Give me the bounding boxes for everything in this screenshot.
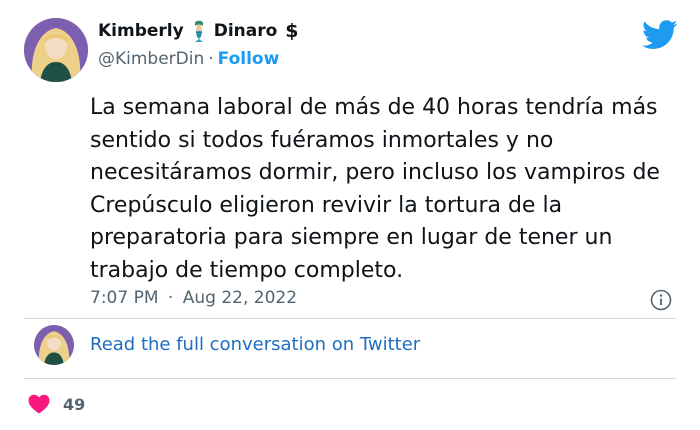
tweet-text: La semana laboral de más de 40 horas ten… (90, 95, 660, 283)
author-avatar[interactable] (24, 18, 88, 82)
author-first-name: Kimberly (98, 21, 184, 41)
follow-button[interactable]: Follow (218, 49, 280, 69)
author-handle[interactable]: @KimberDin (98, 49, 204, 69)
author-name-row[interactable]: Kimberly Dinaro $ (98, 20, 299, 42)
author-last-name: Dinaro (213, 21, 278, 41)
heart-icon[interactable] (28, 394, 50, 414)
tweet-time: 7:07 PM (90, 288, 159, 308)
timestamp-separator: · (167, 288, 174, 308)
tweet-timestamp[interactable]: 7:07 PM · Aug 22, 2022 (90, 288, 297, 308)
tweet-date: Aug 22, 2022 (182, 288, 298, 308)
like-count: 49 (63, 395, 86, 414)
twitter-bird-icon[interactable] (642, 20, 678, 50)
divider (24, 318, 676, 319)
author-handle-row: @KimberDin · Follow (98, 49, 279, 69)
avatar-portrait-small (34, 325, 74, 365)
read-full-conversation-link[interactable]: Read the full conversation on Twitter (90, 334, 420, 355)
mermaid-emoji-icon (194, 20, 203, 42)
handle-separator: · (208, 49, 214, 69)
info-icon[interactable] (650, 289, 672, 311)
small-avatar[interactable] (34, 325, 74, 365)
dollar-sign: $ (285, 20, 299, 42)
divider (24, 378, 676, 379)
avatar-portrait (24, 18, 88, 82)
